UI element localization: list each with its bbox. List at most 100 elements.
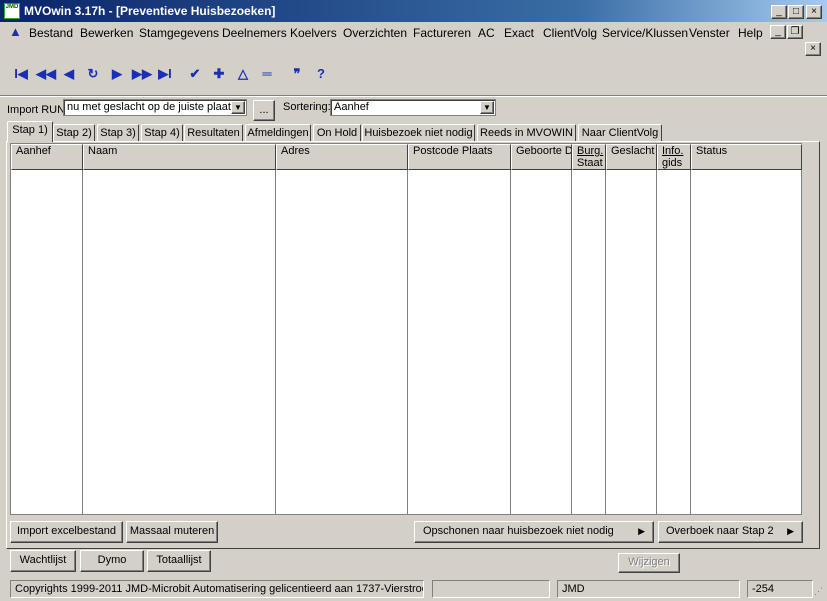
chevron-down-icon[interactable]: ▼ — [231, 101, 245, 114]
sorting-value: Aanhef — [334, 101, 369, 113]
column-header-burg-staat[interactable]: Burg. Staat — [572, 144, 606, 170]
last-record-icon[interactable]: ▶I — [156, 66, 174, 82]
dymo-button[interactable]: Dymo — [80, 550, 144, 572]
menu-venster[interactable]: Venster — [689, 26, 730, 40]
column-header-label: Aanhef — [16, 145, 51, 157]
mdi-close-button[interactable]: × — [805, 42, 821, 56]
window-title: MVOwin 3.17h - [Preventieve Huisbezoeken… — [24, 4, 276, 18]
refresh-icon[interactable]: ↻ — [84, 66, 102, 82]
column-divider — [571, 170, 572, 514]
menu-exact[interactable]: Exact — [504, 26, 534, 40]
transfer-stap-2-button[interactable]: Overboek naar Stap 2 ▶ — [658, 521, 803, 543]
cancel-dash-icon[interactable]: ═ — [258, 66, 276, 82]
next-record-icon[interactable]: ▶ — [108, 66, 126, 82]
status-code: -254 — [747, 580, 813, 598]
column-header-label: Info. — [662, 145, 684, 157]
column-header-status[interactable]: Status — [691, 144, 802, 170]
previous-record-icon[interactable]: ◀ — [60, 66, 78, 82]
column-header-label: Geslacht — [611, 145, 655, 157]
column-header-adres[interactable]: Adres — [276, 144, 408, 170]
column-header-label: Postcode Plaats — [413, 145, 493, 157]
tab-resultaten[interactable]: Resultaten — [184, 124, 243, 142]
resize-grip-icon[interactable]: ⋰ — [814, 586, 824, 598]
column-divider — [82, 170, 83, 514]
status-empty — [432, 580, 550, 598]
tab-stap-4[interactable]: Stap 4) — [141, 124, 183, 142]
column-header-label: Geboorte D — [516, 145, 572, 157]
change-button[interactable]: Wijzigen — [618, 553, 680, 573]
quote-icon[interactable]: ❞ — [288, 66, 306, 82]
navigator-toolbar: I◀ ◀◀ ◀ ↻ ▶ ▶▶ ▶I ✔ ✚ △ ═ ❞ ? — [0, 60, 827, 88]
maximize-button[interactable]: □ — [788, 5, 804, 19]
import-excel-button[interactable]: Import excelbestand — [10, 521, 123, 543]
column-divider — [510, 170, 511, 514]
column-divider — [605, 170, 606, 514]
chevron-down-icon[interactable]: ▼ — [480, 101, 494, 114]
waitlist-button[interactable]: Wachtlijst — [10, 550, 76, 572]
sorting-label: Sortering: — [283, 101, 331, 113]
menu-bewerken[interactable]: Bewerken — [80, 26, 133, 40]
column-header-label-2: Staat — [577, 157, 603, 169]
chevron-right-icon: ▶ — [787, 526, 794, 536]
tab-stap-1[interactable]: Stap 1) — [7, 121, 53, 142]
column-header-aanhef[interactable]: Aanhef — [11, 144, 83, 170]
insert-plus-icon[interactable]: ✚ — [210, 66, 228, 82]
menu-stamgegevens[interactable]: Stamgegevens — [139, 26, 219, 40]
transfer-button-label: Overboek naar Stap 2 — [666, 525, 774, 537]
close-button[interactable]: × — [806, 5, 822, 19]
column-header-label: Adres — [281, 145, 310, 157]
cleanup-button-label: Opschonen naar huisbezoek niet nodig — [423, 525, 614, 537]
tab-on-hold[interactable]: On Hold — [313, 124, 361, 142]
tab-afmeldingen[interactable]: Afmeldingen — [245, 124, 311, 142]
menu-help[interactable]: Help — [738, 26, 763, 40]
mdi-restore-button[interactable]: ❐ — [787, 25, 803, 39]
bulk-edit-button[interactable]: Massaal muteren — [126, 521, 218, 543]
menu-clientvolg[interactable]: ClientVolg — [543, 26, 597, 40]
toolbar-separator — [0, 95, 827, 97]
menu-bestand[interactable]: Bestand — [29, 26, 73, 40]
total-list-button[interactable]: Totaallijst — [147, 550, 211, 572]
document-icon[interactable]: ▲ — [9, 25, 23, 39]
column-header-geslacht[interactable]: Geslacht — [606, 144, 657, 170]
edit-triangle-icon[interactable]: △ — [234, 66, 252, 82]
column-divider — [407, 170, 408, 514]
post-check-icon[interactable]: ✔ — [186, 66, 204, 82]
column-header-info-gids[interactable]: Info. gids — [657, 144, 691, 170]
import-run-select[interactable]: nu met geslacht op de juiste plaats ▼ — [63, 99, 247, 116]
tab-stap-2[interactable]: Stap 2) — [53, 124, 95, 142]
next-page-icon[interactable]: ▶▶ — [132, 66, 152, 82]
tab-stap-3[interactable]: Stap 3) — [97, 124, 139, 142]
tab-reeds-in-mvowin[interactable]: Reeds in MVOWIN — [477, 124, 576, 142]
menu-deelnemers[interactable]: Deelnemers — [222, 26, 287, 40]
data-grid[interactable]: Aanhef Naam Adres Postcode Plaats Geboor… — [10, 143, 812, 515]
column-header-label-2: gids — [662, 157, 683, 169]
previous-page-icon[interactable]: ◀◀ — [36, 66, 56, 82]
menu-overzichten[interactable]: Overzichten — [343, 26, 407, 40]
menu-koelvers[interactable]: Koelvers — [290, 26, 337, 40]
sorting-select[interactable]: Aanhef ▼ — [330, 99, 496, 116]
menu-factureren[interactable]: Factureren — [413, 26, 471, 40]
column-header-postcode-plaats[interactable]: Postcode Plaats — [408, 144, 511, 170]
column-header-label: Naam — [88, 145, 118, 157]
minimize-button[interactable]: _ — [771, 5, 787, 19]
status-bar: Copyrights 1999-2011 JMD-Microbit Automa… — [0, 578, 827, 601]
title-bar[interactable]: JMD MVOwin 3.17h - [Preventieve Huisbezo… — [0, 0, 827, 22]
grid-scrollbar[interactable] — [802, 144, 812, 514]
browse-button[interactable]: ... — [253, 100, 275, 121]
menu-ac[interactable]: AC — [478, 26, 495, 40]
import-run-value: nu met geslacht op de juiste plaats — [67, 101, 231, 113]
help-question-icon[interactable]: ? — [312, 66, 330, 82]
app-logo-icon: JMD — [4, 3, 20, 19]
column-header-naam[interactable]: Naam — [83, 144, 276, 170]
tab-huisbezoek-niet-nodig[interactable]: Huisbezoek niet nodig — [362, 124, 475, 142]
column-header-geboorte[interactable]: Geboorte D — [511, 144, 572, 170]
first-record-icon[interactable]: I◀ — [12, 66, 30, 82]
mdi-minimize-button[interactable]: _ — [770, 25, 786, 39]
tab-naar-clientvolg[interactable]: Naar ClientVolg — [578, 124, 662, 142]
import-run-label: Import RUN — [7, 104, 66, 116]
cleanup-button[interactable]: Opschonen naar huisbezoek niet nodig ▶ — [414, 521, 654, 543]
menu-bar: ▲ Bestand Bewerken Stamgegevens Deelneme… — [0, 22, 827, 42]
column-divider — [656, 170, 657, 514]
column-divider — [275, 170, 276, 514]
menu-service-klussen[interactable]: Service/Klussen — [602, 26, 688, 40]
